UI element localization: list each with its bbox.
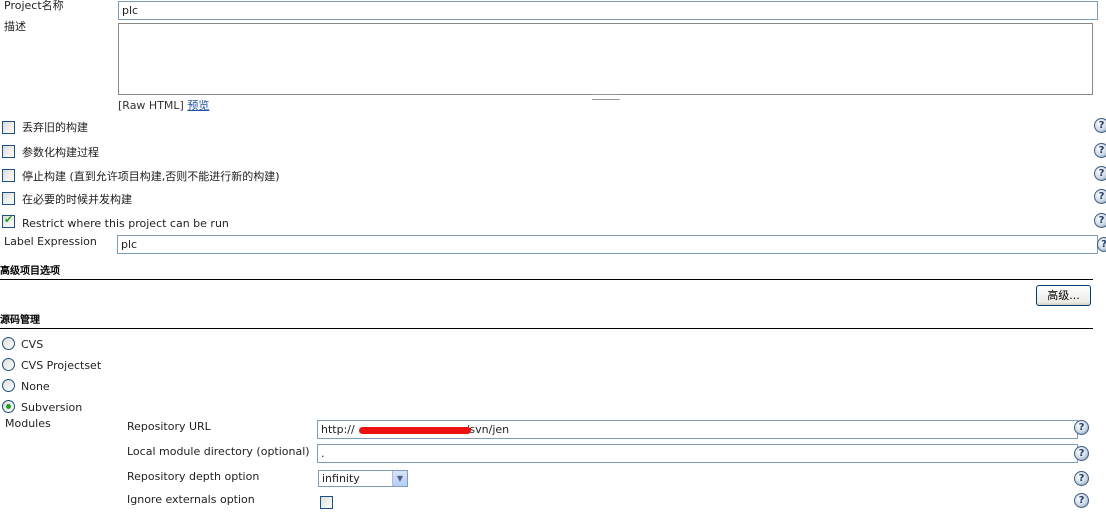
project-name-input[interactable]: plc xyxy=(118,1,1098,20)
description-textarea[interactable] xyxy=(118,23,1093,100)
concurrent-build-label: 在必要的时候并发构建 xyxy=(22,193,132,206)
help-icon[interactable]: ? xyxy=(1094,166,1106,181)
cvs-projectset-radio[interactable] xyxy=(2,358,15,371)
repository-url-prefix: http:// xyxy=(321,423,355,436)
cvs-radio[interactable] xyxy=(2,337,15,350)
label-expression-input[interactable]: plc xyxy=(117,235,1098,254)
help-icon[interactable]: ? xyxy=(1094,143,1106,158)
depth-select-value: infinity xyxy=(322,472,360,485)
help-icon[interactable]: ? xyxy=(1074,493,1089,508)
section-divider xyxy=(0,279,1093,280)
raw-html-label: [Raw HTML] 预览 xyxy=(118,99,209,113)
discard-old-builds-label: 丢弃旧的构建 xyxy=(22,121,88,134)
scm-section-title: 源码管理 xyxy=(0,315,40,326)
help-icon[interactable]: ? xyxy=(1094,189,1106,204)
description-label: 描述 xyxy=(4,20,26,33)
redaction-mark xyxy=(359,427,471,434)
help-icon[interactable]: ? xyxy=(1097,237,1106,252)
restrict-project-label: Restrict where this project can be run xyxy=(22,217,229,230)
help-icon[interactable]: ? xyxy=(1094,118,1106,133)
none-radio[interactable] xyxy=(2,379,15,392)
section-divider xyxy=(0,328,1093,329)
disable-build-checkbox[interactable] xyxy=(2,169,15,182)
label-expression-label: Label Expression xyxy=(4,235,97,248)
ignore-externals-checkbox[interactable] xyxy=(320,496,333,509)
advanced-options-title: 高级项目选项 xyxy=(0,266,60,277)
repository-url-label: Repository URL xyxy=(127,420,211,433)
discard-old-builds-checkbox[interactable] xyxy=(2,121,15,134)
restrict-project-checkbox[interactable]: ✔ xyxy=(2,213,15,228)
cvs-projectset-label: CVS Projectset xyxy=(21,359,102,372)
depth-select[interactable]: infinity ▼ xyxy=(318,470,408,487)
depth-label: Repository depth option xyxy=(127,470,260,483)
subversion-radio[interactable] xyxy=(2,400,15,413)
raw-html-text: [Raw HTML] xyxy=(118,99,184,112)
modules-label: Modules xyxy=(5,417,51,430)
disable-build-label: 停止构建 (直到允许项目构建,否则不能进行新的构建) xyxy=(22,170,280,183)
local-module-input[interactable]: . xyxy=(317,444,1078,463)
none-label: None xyxy=(21,380,50,393)
checkmark-icon: ✔ xyxy=(4,213,14,226)
help-icon[interactable]: ? xyxy=(1074,420,1089,435)
parameterized-build-checkbox[interactable] xyxy=(2,145,15,158)
help-icon[interactable]: ? xyxy=(1074,471,1089,486)
subversion-label: Subversion xyxy=(21,401,83,414)
help-icon[interactable]: ? xyxy=(1074,446,1089,461)
parameterized-build-label: 参数化构建过程 xyxy=(22,146,99,159)
project-name-label: Project名称 xyxy=(4,0,64,12)
textarea-resize-grip[interactable] xyxy=(592,94,620,100)
help-icon[interactable]: ? xyxy=(1094,213,1106,228)
preview-link[interactable]: 预览 xyxy=(187,99,209,112)
repository-url-suffix: /svn/jen xyxy=(465,423,510,436)
advanced-button[interactable]: 高级... xyxy=(1036,285,1091,306)
radio-selected-dot xyxy=(6,404,11,409)
chevron-down-icon[interactable]: ▼ xyxy=(392,471,407,486)
local-module-label: Local module directory (optional) xyxy=(127,445,310,458)
cvs-label: CVS xyxy=(21,338,44,351)
concurrent-build-checkbox[interactable] xyxy=(2,192,15,205)
ignore-externals-label: Ignore externals option xyxy=(127,493,255,506)
